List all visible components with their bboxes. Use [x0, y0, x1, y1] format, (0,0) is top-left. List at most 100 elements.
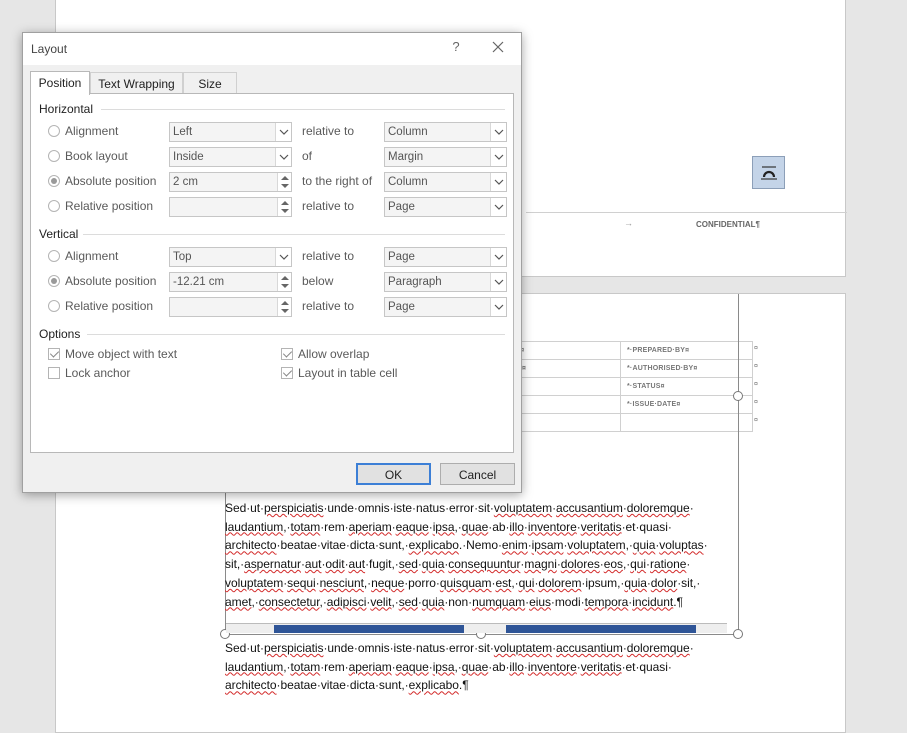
horizontal-book-layout-label: Book layout [65, 149, 128, 163]
horizontal-absolute-position-target-select[interactable]: Column [384, 172, 507, 192]
misspelled-word: veritatis [580, 659, 622, 674]
misspelled-word: voluptatem [567, 538, 626, 553]
ok-button[interactable]: OK [356, 463, 431, 485]
spinner-arrows[interactable] [277, 298, 291, 316]
vertical-absolute-position-radio[interactable] [48, 275, 60, 287]
horizontal-relative-position-input[interactable] [169, 197, 292, 217]
horizontal-absolute-position-input[interactable]: 2 cm [169, 172, 292, 192]
spin-up-icon[interactable] [281, 201, 289, 205]
move-object-with-text-checkbox[interactable] [48, 348, 60, 360]
horizontal-book-layout-radio[interactable] [48, 150, 60, 162]
body-paragraph-1[interactable]: Sed·ut·perspiciatis·unde·omnis·iste·natu… [225, 499, 765, 611]
vertical-alignment-radio[interactable] [48, 250, 60, 262]
body-paragraph-2[interactable]: Sed·ut·perspiciatis·unde·omnis·iste·natu… [225, 639, 765, 695]
spin-up-icon[interactable] [281, 276, 289, 280]
spinner-arrows[interactable] [277, 198, 291, 216]
vertical-relative-position-target-select[interactable]: Page [384, 297, 507, 317]
tab-position[interactable]: Position [30, 71, 90, 95]
field-value: Paragraph [388, 276, 442, 288]
tab-size[interactable]: Size [183, 72, 237, 94]
misspelled-word: ipsa [432, 519, 455, 534]
vertical-relative-position-radio[interactable] [48, 300, 60, 312]
vertical-alignment-target-select[interactable]: Page [384, 247, 507, 267]
vertical-alignment-select[interactable]: Top [169, 247, 292, 267]
horizontal-book-layout-select[interactable]: Inside [169, 147, 292, 167]
horizontal-absolute-position-relation: to the right of [302, 174, 373, 188]
field-value: Margin [388, 151, 424, 163]
layout-options-button[interactable] [752, 156, 785, 189]
dialog-titlebar[interactable]: Layout ? [23, 33, 521, 65]
resize-handle-right[interactable] [733, 391, 743, 401]
chevron-down-icon [494, 304, 503, 310]
misspelled-word: illo [509, 659, 524, 674]
horizontal-alignment-select[interactable]: Left [169, 122, 292, 142]
text-run: ,· [454, 659, 462, 674]
spinner-arrows[interactable] [277, 273, 291, 291]
vertical-absolute-position-input[interactable]: -12.21 cm [169, 272, 292, 292]
table-cell[interactable]: *·AUTHORISED·BY¤ [620, 359, 753, 378]
dropdown-arrow[interactable] [490, 123, 506, 141]
spin-up-icon[interactable] [281, 301, 289, 305]
tab-text-wrapping[interactable]: Text Wrapping [90, 72, 183, 94]
misspelled-word: totam [290, 519, 321, 534]
dropdown-arrow[interactable] [490, 173, 506, 191]
spin-up-icon[interactable] [281, 176, 289, 180]
horizontal-relative-position-radio[interactable] [48, 200, 60, 212]
allow-overlap-checkbox[interactable] [281, 348, 293, 360]
help-button[interactable]: ? [448, 39, 464, 54]
misspelled-word: eos [603, 557, 623, 572]
dropdown-arrow[interactable] [275, 123, 291, 141]
misspelled-word: dolores [560, 557, 600, 572]
horizontal-book-layout-target-select[interactable]: Margin [384, 147, 507, 167]
misspelled-word: quia [632, 538, 656, 553]
dropdown-arrow[interactable] [490, 198, 506, 216]
field-value: -12.21 cm [173, 276, 225, 288]
text-run: ·porro· [404, 575, 440, 590]
resize-handle-bottom-right[interactable] [733, 629, 743, 639]
footer-confidential-label: CONFIDENTIAL¶ [696, 220, 760, 229]
misspelled-word: veritatis [580, 519, 622, 534]
dialog-title: Layout [31, 42, 68, 56]
cancel-button[interactable]: Cancel [440, 463, 515, 485]
chevron-down-icon [279, 254, 288, 260]
misspelled-word: tempora [584, 594, 629, 609]
end-of-row-mark: ¤ [754, 381, 758, 388]
dropdown-arrow[interactable] [490, 273, 506, 291]
lock-anchor-checkbox[interactable] [48, 367, 60, 379]
dropdown-arrow[interactable] [275, 148, 291, 166]
vertical-relative-position-input[interactable] [169, 297, 292, 317]
horizontal-alignment-radio[interactable] [48, 125, 60, 137]
layout-in-table-cell-checkbox[interactable] [281, 367, 293, 379]
spin-down-icon[interactable] [281, 209, 289, 213]
end-of-row-mark: ¤ [754, 417, 758, 424]
horizontal-alignment-target-select[interactable]: Column [384, 122, 507, 142]
horizontal-absolute-position-radio[interactable] [48, 175, 60, 187]
dropdown-arrow[interactable] [490, 148, 506, 166]
spinner-arrows[interactable] [277, 173, 291, 191]
horizontal-relative-position-target-select[interactable]: Page [384, 197, 507, 217]
misspelled-word: eaque [395, 519, 429, 534]
dropdown-arrow[interactable] [490, 298, 506, 316]
dropdown-arrow[interactable] [490, 248, 506, 266]
close-button[interactable] [489, 38, 507, 56]
spin-down-icon[interactable] [281, 309, 289, 313]
table-cell[interactable] [620, 413, 753, 432]
text-run: ·beatae·vitae·dicta·sunt,· [276, 538, 409, 553]
text-line: architecto·beatae·vitae·dicta·sunt,·expl… [225, 536, 765, 555]
spin-down-icon[interactable] [281, 184, 289, 188]
misspelled-word: incidunt [632, 594, 674, 609]
text-run: ·unde·omnis·iste·natus·error·sit· [323, 501, 494, 515]
text-run: ,· [251, 594, 259, 609]
text-run: ·rem· [320, 519, 349, 534]
text-run: · [703, 538, 708, 553]
dropdown-arrow[interactable] [275, 248, 291, 266]
chevron-down-icon [494, 254, 503, 260]
table-cell[interactable]: *·PREPARED·BY¤ [620, 341, 753, 360]
text-run: Sed·ut· [225, 641, 265, 655]
misspelled-word: architecto [225, 678, 277, 693]
spin-down-icon[interactable] [281, 284, 289, 288]
chevron-down-icon [279, 154, 288, 160]
misspelled-word: aperiam [348, 519, 392, 534]
vertical-absolute-position-target-select[interactable]: Paragraph [384, 272, 507, 292]
misspelled-word: laudantium [225, 519, 284, 534]
